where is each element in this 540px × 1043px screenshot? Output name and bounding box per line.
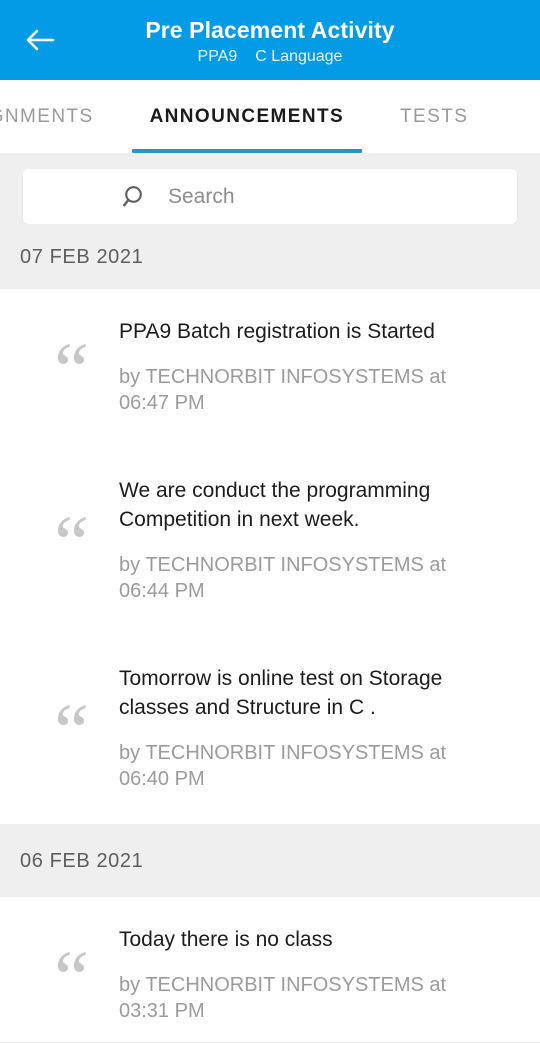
tab-assignments-label: SIGNMENTS: [0, 105, 94, 127]
tab-assignments[interactable]: SIGNMENTS: [0, 80, 122, 153]
announcement-list-group-1: “ PPA9 Batch registration is Started by …: [0, 289, 540, 824]
course-name-label: C Language: [255, 47, 343, 65]
back-button[interactable]: [18, 18, 62, 62]
app-root: Pre Placement Activity PPA9 C Language S…: [0, 0, 540, 1043]
page-title: Pre Placement Activity: [145, 16, 395, 43]
quote-icon: “: [54, 499, 89, 586]
announcements-scroll-area[interactable]: 07 FEB 2021 “ PPA9 Batch registration is…: [0, 153, 540, 1043]
announcement-title: PPA9 Batch registration is Started: [119, 320, 435, 343]
search-icon: [122, 184, 148, 210]
app-bar: Pre Placement Activity PPA9 C Language: [0, 0, 540, 80]
announcement-item[interactable]: “ PPA9 Batch registration is Started by …: [0, 289, 540, 448]
search-input[interactable]: [168, 184, 418, 209]
date-header-group-1: 07 FEB 2021: [0, 224, 540, 289]
search-zone: [0, 153, 540, 224]
announcement-body: PPA9 Batch registration is Started by TE…: [119, 317, 516, 416]
tab-tests[interactable]: TESTS: [372, 80, 496, 153]
tab-announcements[interactable]: ANNOUNCEMENTS: [122, 80, 372, 153]
announcement-body: Today there is no class by TECHNORBIT IN…: [119, 925, 516, 1024]
tab-announcements-label: ANNOUNCEMENTS: [149, 105, 345, 127]
announcement-title: Tomorrow is online test on Storage class…: [119, 667, 443, 719]
announcement-item[interactable]: “ Tomorrow is online test on Storage cla…: [0, 636, 540, 824]
announcement-body: Tomorrow is online test on Storage class…: [119, 664, 516, 792]
date-header-group-2: 06 FEB 2021: [0, 824, 540, 897]
tab-bar[interactable]: SIGNMENTS ANNOUNCEMENTS TESTS: [0, 80, 540, 153]
announcement-meta: by TECHNORBIT INFOSYSTEMS at 06:40 PM: [119, 742, 447, 790]
announcement-meta: by TECHNORBIT INFOSYSTEMS at 06:47 PM: [119, 366, 447, 414]
announcement-item[interactable]: “ Today there is no class by TECHNORBIT …: [0, 897, 540, 1043]
app-bar-titles: Pre Placement Activity PPA9 C Language: [0, 14, 540, 67]
tab-tests-label: TESTS: [400, 105, 469, 127]
announcement-title: Today there is no class: [119, 928, 333, 951]
app-bar-subtitle: PPA9 C Language: [198, 47, 343, 67]
search-bar[interactable]: [23, 169, 517, 224]
announcement-body: We are conduct the programming Competiti…: [119, 476, 516, 604]
quote-icon: “: [54, 325, 89, 413]
announcement-meta: by TECHNORBIT INFOSYSTEMS at 06:44 PM: [119, 554, 447, 602]
announcement-title: We are conduct the programming Competiti…: [119, 479, 431, 531]
quote-icon: “: [54, 933, 89, 1021]
announcement-meta: by TECHNORBIT INFOSYSTEMS at 03:31 PM: [119, 974, 447, 1022]
announcement-item[interactable]: “ We are conduct the programming Competi…: [0, 448, 540, 636]
batch-code-label: PPA9: [197, 47, 238, 65]
tab-strip[interactable]: SIGNMENTS ANNOUNCEMENTS TESTS: [0, 80, 496, 153]
announcement-list-group-2: “ Today there is no class by TECHNORBIT …: [0, 897, 540, 1043]
quote-icon: “: [54, 687, 89, 774]
arrow-left-icon: [25, 27, 55, 53]
